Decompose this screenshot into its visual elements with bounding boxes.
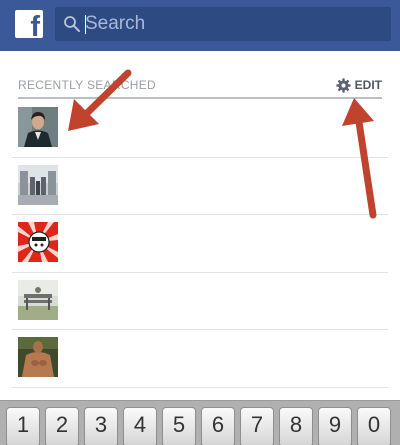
search-input[interactable] <box>85 7 385 41</box>
number-keyboard-row: 1 2 3 4 5 6 7 8 9 0 <box>0 400 400 445</box>
section-title: RECENTLY SEARCHED <box>18 78 157 92</box>
key-7[interactable]: 7 <box>240 407 274 445</box>
list-item[interactable] <box>12 158 388 215</box>
list-item[interactable] <box>12 215 388 273</box>
gear-icon <box>336 77 351 93</box>
facebook-logo-icon[interactable]: f <box>15 10 43 38</box>
person-in-suit-photo <box>18 107 58 147</box>
list-item[interactable] <box>12 100 388 158</box>
edit-label: EDIT <box>354 78 382 92</box>
shirtless-person-photo <box>18 337 58 377</box>
list-item[interactable] <box>12 273 388 330</box>
search-icon <box>64 16 80 32</box>
key-2[interactable]: 2 <box>45 407 79 445</box>
key-9[interactable]: 9 <box>318 407 352 445</box>
key-1[interactable]: 1 <box>6 407 40 445</box>
edit-button[interactable]: EDIT <box>336 75 382 95</box>
key-8[interactable]: 8 <box>279 407 313 445</box>
outdoor-bench-photo <box>18 279 58 320</box>
recent-search-list <box>12 100 388 388</box>
recently-searched-header: RECENTLY SEARCHED EDIT <box>18 70 382 99</box>
search-bar[interactable] <box>55 7 391 41</box>
key-3[interactable]: 3 <box>84 407 118 445</box>
key-0[interactable]: 0 <box>357 407 391 445</box>
key-6[interactable]: 6 <box>201 407 235 445</box>
red-rays-cartoon-photo <box>18 222 58 262</box>
top-bar: f <box>0 0 400 51</box>
key-4[interactable]: 4 <box>123 407 157 445</box>
facebook-logo-letter: f <box>30 11 40 39</box>
list-item[interactable] <box>12 330 388 388</box>
mirrored-street-photo <box>18 164 58 205</box>
key-5[interactable]: 5 <box>162 407 196 445</box>
